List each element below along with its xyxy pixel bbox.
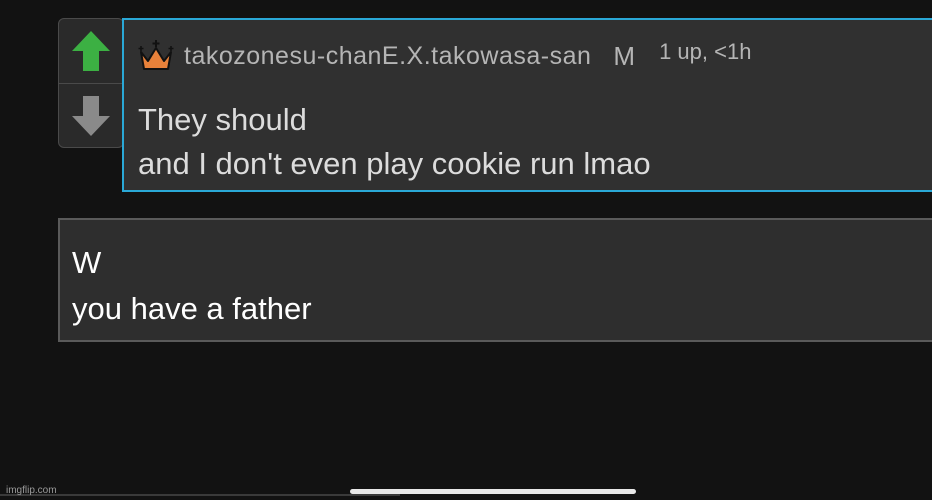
comment-meta: takozonesu-chanE.X.takowasa-san M 1 up, … (138, 38, 751, 74)
username-link[interactable]: takozonesu-chanE.X.takowasa-san (184, 42, 591, 71)
reply-line: you have a father (72, 291, 312, 326)
highlighted-comment: takozonesu-chanE.X.takowasa-san M 1 up, … (122, 18, 932, 192)
comment-line: and I don't even play cookie run lmao (138, 146, 651, 181)
comment-line: They should (138, 102, 307, 137)
bottom-divider (0, 494, 400, 496)
comment-body: They should and I don't even play cookie… (138, 98, 651, 186)
user-flag: M (613, 40, 636, 71)
watermark: imgflip.com (6, 485, 57, 496)
home-indicator[interactable] (350, 489, 636, 494)
comment-stats: 1 up, <1h (659, 39, 752, 64)
crown-icon (138, 40, 174, 70)
page: takozonesu-chanE.X.takowasa-san M 1 up, … (0, 0, 932, 500)
up-arrow-icon (72, 31, 110, 71)
reply-body: W you have a father (72, 240, 312, 332)
reply-comment: W you have a father (58, 218, 932, 342)
upvote-button[interactable] (59, 19, 123, 84)
reply-line: W (72, 245, 102, 280)
vote-column (58, 18, 124, 148)
down-arrow-icon (72, 96, 110, 136)
downvote-button[interactable] (59, 84, 123, 148)
